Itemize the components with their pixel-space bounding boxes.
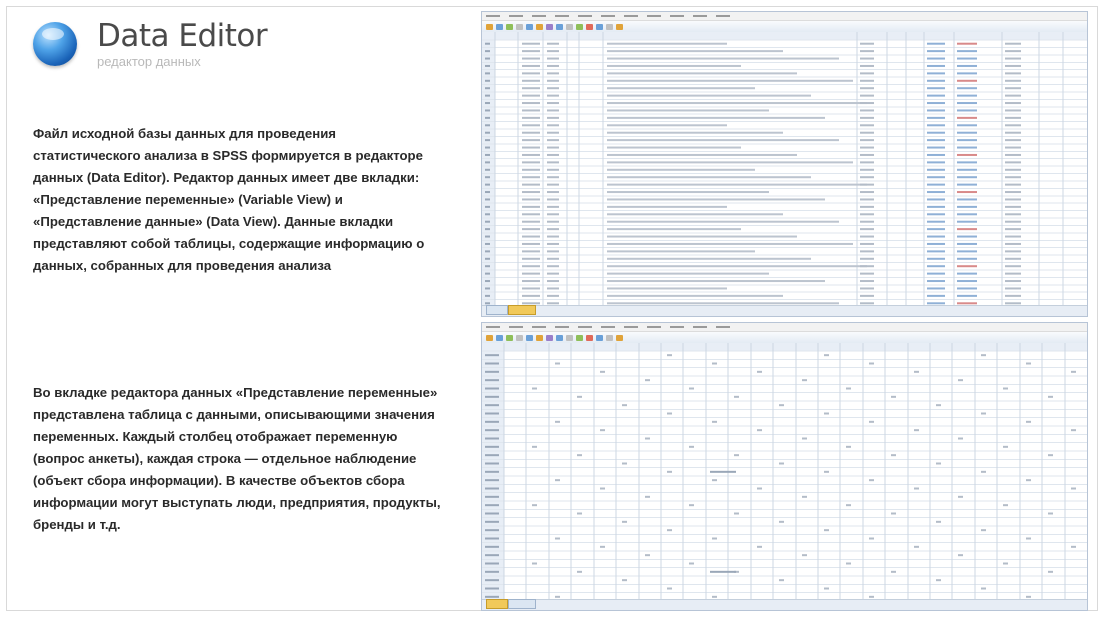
page-title: Data Editor [97, 18, 268, 54]
variable-view-grid [482, 32, 1087, 306]
description-paragraph-2: Во вкладке редактора данных «Представлен… [33, 385, 441, 532]
tab-variable-view[interactable] [508, 305, 536, 315]
tab-data-view[interactable] [486, 599, 508, 609]
menu-bar [482, 323, 1087, 332]
description-paragraph-1: Файл исходной базы данных для проведения… [33, 126, 425, 273]
status-bar [482, 305, 1087, 316]
spss-globe-icon [33, 22, 77, 66]
data-view-grid [482, 343, 1087, 600]
variable-view-screenshot [481, 11, 1088, 317]
data-view-screenshot [481, 322, 1088, 611]
status-bar [482, 599, 1087, 610]
tab-data-view[interactable] [486, 305, 508, 315]
menu-bar [482, 12, 1087, 21]
tab-variable-view[interactable] [508, 599, 536, 609]
page-subtitle: редактор данных [97, 54, 201, 69]
